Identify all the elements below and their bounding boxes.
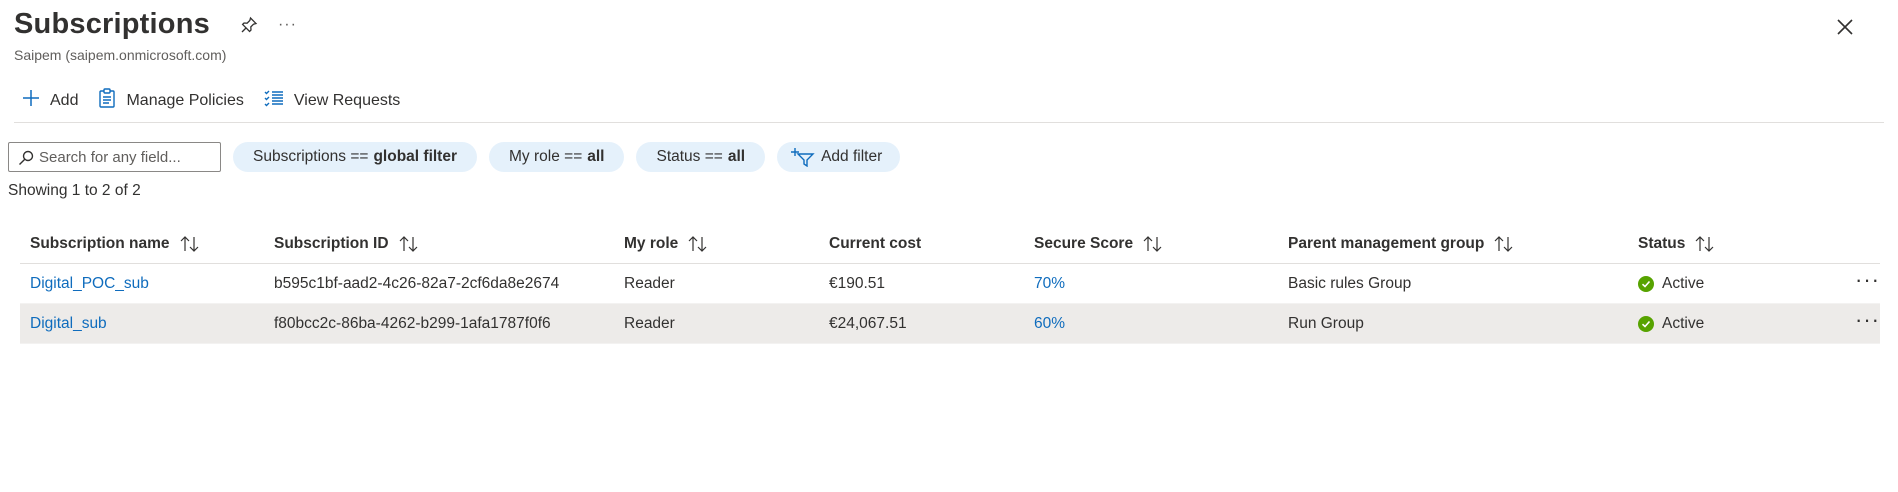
table-row[interactable]: Digital_sub f80bcc2c-86ba-4262-b299-1afa… bbox=[20, 304, 1880, 344]
filter-pill-status[interactable]: Status == all bbox=[636, 142, 766, 172]
subscription-name-link[interactable]: Digital_sub bbox=[30, 315, 107, 333]
results-count: Showing 1 to 2 of 2 bbox=[8, 182, 141, 199]
add-filter-icon bbox=[791, 148, 815, 167]
subscriptions-table: Subscription name Subscription ID My rol… bbox=[20, 224, 1880, 344]
current-cost-cell: €24,067.51 bbox=[829, 314, 907, 332]
my-role-cell: Reader bbox=[624, 274, 675, 292]
list-icon bbox=[264, 89, 294, 112]
more-options-icon[interactable]: ··· bbox=[278, 16, 297, 34]
sort-icon[interactable] bbox=[688, 235, 708, 252]
column-header-status[interactable]: Status bbox=[1638, 235, 1838, 253]
filter-pill-key: Subscriptions == bbox=[253, 148, 369, 165]
column-header-label: My role bbox=[624, 234, 679, 252]
column-header-parent-management-group[interactable]: Parent management group bbox=[1288, 235, 1638, 253]
table-header: Subscription name Subscription ID My rol… bbox=[20, 224, 1880, 264]
page-title: Subscriptions bbox=[14, 8, 210, 40]
manage-policies-label: Manage Policies bbox=[126, 91, 244, 109]
check-circle-icon bbox=[1638, 315, 1654, 332]
column-header-label: Status bbox=[1638, 234, 1686, 252]
column-header-my-role[interactable]: My role bbox=[624, 235, 829, 253]
row-more-icon[interactable]: ··· bbox=[1855, 308, 1880, 330]
column-header-subscription-id[interactable]: Subscription ID bbox=[274, 235, 624, 253]
secure-score-link[interactable]: 60% bbox=[1034, 315, 1065, 333]
add-filter-label: Add filter bbox=[821, 148, 883, 165]
status-text: Active bbox=[1662, 274, 1705, 292]
add-button-label: Add bbox=[50, 91, 79, 109]
add-filter-button[interactable]: Add filter bbox=[777, 142, 901, 172]
column-header-label: Subscription ID bbox=[274, 234, 389, 252]
filter-pill-value: global filter bbox=[373, 148, 458, 165]
pin-icon[interactable] bbox=[238, 14, 260, 36]
column-header-label: Subscription name bbox=[30, 234, 170, 252]
subscription-id-cell: f80bcc2c-86ba-4262-b299-1afa1787f0f6 bbox=[274, 314, 551, 332]
page-subtitle: Saipem (saipem.onmicrosoft.com) bbox=[14, 47, 227, 63]
status-text: Active bbox=[1662, 314, 1705, 332]
filter-pill-value: all bbox=[727, 148, 746, 165]
column-header-label: Current cost bbox=[829, 234, 922, 252]
status-cell: Active bbox=[1638, 315, 1838, 333]
parent-group-cell: Basic rules Group bbox=[1288, 274, 1412, 292]
title-row: Subscriptions ··· bbox=[14, 8, 297, 41]
filter-pill-value: all bbox=[587, 148, 605, 165]
row-more-icon[interactable]: ··· bbox=[1855, 268, 1880, 290]
add-button[interactable]: Add bbox=[22, 89, 78, 112]
current-cost-cell: €190.51 bbox=[829, 274, 886, 292]
plus-icon bbox=[22, 89, 50, 112]
sort-icon[interactable] bbox=[1494, 235, 1514, 252]
view-requests-button[interactable]: View Requests bbox=[264, 89, 400, 112]
status-cell: Active bbox=[1638, 275, 1838, 293]
close-icon[interactable] bbox=[1834, 16, 1856, 38]
column-header-subscription-name[interactable]: Subscription name bbox=[20, 235, 274, 253]
filter-pill-key: Status == bbox=[656, 148, 723, 165]
filter-pill-subscriptions[interactable]: Subscriptions == global filter bbox=[233, 142, 478, 172]
parent-group-cell: Run Group bbox=[1288, 314, 1364, 332]
my-role-cell: Reader bbox=[624, 314, 675, 332]
filter-pill-key: My role == bbox=[509, 148, 583, 165]
filter-bar: Subscriptions == global filter My role =… bbox=[8, 142, 901, 172]
filter-pill-my-role[interactable]: My role == all bbox=[489, 142, 625, 172]
column-header-label: Secure Score bbox=[1034, 234, 1134, 252]
secure-score-link[interactable]: 70% bbox=[1034, 275, 1065, 293]
subscription-name-link[interactable]: Digital_POC_sub bbox=[30, 275, 149, 293]
view-requests-label: View Requests bbox=[293, 91, 401, 109]
toolbar-divider bbox=[14, 122, 1884, 123]
search-box[interactable] bbox=[8, 142, 221, 172]
sort-icon[interactable] bbox=[180, 235, 200, 252]
manage-policies-button[interactable]: Manage Policies bbox=[98, 88, 244, 113]
search-icon bbox=[19, 150, 34, 165]
command-bar: Add Manage Policies View Requests bbox=[22, 88, 420, 113]
column-header-current-cost: Current cost bbox=[829, 235, 1034, 253]
check-circle-icon bbox=[1638, 275, 1654, 292]
page-header: Subscriptions ··· Saipem (saipem.onmicro… bbox=[14, 8, 297, 63]
search-input[interactable] bbox=[39, 148, 209, 166]
column-header-secure-score[interactable]: Secure Score bbox=[1034, 235, 1288, 253]
subscription-id-cell: b595c1bf-aad2-4c26-82a7-2cf6da8e2674 bbox=[274, 274, 560, 292]
sort-icon[interactable] bbox=[1695, 235, 1715, 252]
sort-icon[interactable] bbox=[399, 235, 419, 252]
clipboard-icon bbox=[98, 88, 126, 113]
sort-icon[interactable] bbox=[1143, 235, 1163, 252]
table-row[interactable]: Digital_POC_sub b595c1bf-aad2-4c26-82a7-… bbox=[20, 264, 1880, 304]
column-header-label: Parent management group bbox=[1288, 234, 1485, 252]
